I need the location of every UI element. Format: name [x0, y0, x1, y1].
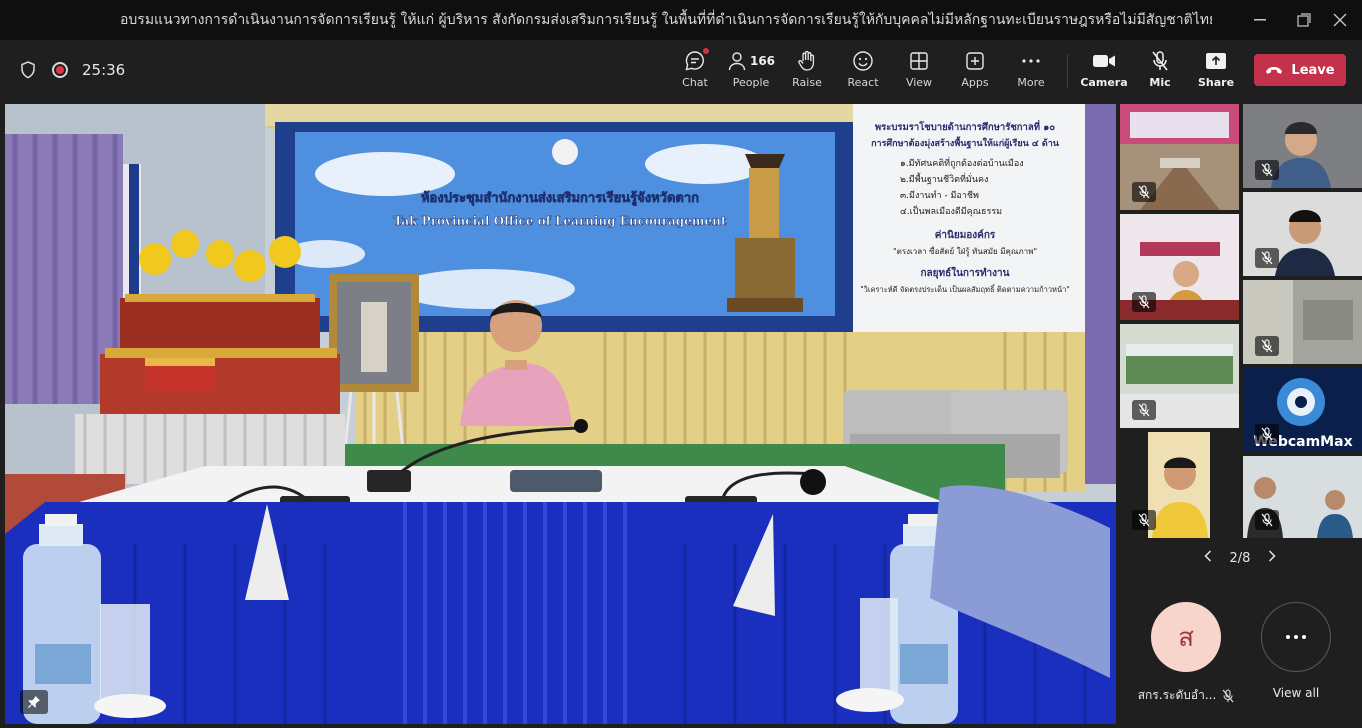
leave-button[interactable]: Leave	[1254, 54, 1346, 86]
participant-tile-4[interactable]	[1120, 214, 1239, 320]
meeting-timer: 25:36	[82, 61, 126, 79]
react-label: React	[847, 76, 879, 89]
view-all-label: View all	[1272, 686, 1320, 700]
camera-button[interactable]: Camera	[1076, 48, 1132, 96]
mic-off-indicator	[1132, 182, 1156, 202]
policy-item-3: ๓.มีงานทำ - มีอาชีพ	[900, 190, 979, 201]
participant-name: สกร.ระดับอำ...	[1137, 688, 1217, 702]
participant-tile-5[interactable]	[1243, 280, 1362, 364]
chevron-left-icon[interactable]	[1203, 550, 1212, 566]
title-bar: อบรมแนวทางการดำเนินงานการจัดการเรียนรู้ …	[0, 0, 1362, 40]
strategy-title: กลยุทธ์ในการทำงาน	[920, 266, 1009, 279]
chat-notification-dot	[703, 48, 709, 54]
conference-room-scene: ห้องประชุมสำนักงานส่งเสริมการเรียนรู้จัง…	[5, 104, 1116, 724]
mic-muted-icon	[1261, 251, 1273, 265]
meeting-status: 25:36	[18, 40, 125, 100]
view-all-tile[interactable]: View all	[1250, 602, 1342, 700]
share-screen-icon	[1205, 48, 1227, 74]
people-label: People	[732, 76, 770, 89]
raise-hand-button[interactable]: Raise	[779, 48, 835, 96]
leave-label: Leave	[1291, 62, 1335, 78]
mic-off-indicator	[1255, 336, 1279, 356]
mic-muted-icon	[1261, 339, 1273, 353]
participant-tile-2[interactable]	[1243, 104, 1362, 188]
meeting-toolbar: 25:36 Chat 166 People Raise React View A…	[0, 40, 1362, 100]
shield-icon[interactable]	[18, 60, 38, 80]
mic-muted-icon	[1261, 427, 1273, 441]
hand-icon	[797, 48, 817, 74]
more-button[interactable]: More	[1003, 48, 1059, 96]
mic-button[interactable]: Mic	[1132, 48, 1188, 96]
participant-tile-1[interactable]	[1120, 104, 1239, 210]
mic-off-indicator	[1255, 160, 1279, 180]
mic-off-indicator	[1132, 292, 1156, 312]
policy-title: พระบรมราโชบายด้านการศึกษารัชกาลที่ ๑๐	[875, 119, 1055, 133]
recording-icon	[52, 62, 68, 78]
share-label: Share	[1197, 76, 1235, 89]
camera-icon	[1092, 48, 1116, 74]
participant-tile-9[interactable]	[1243, 456, 1362, 538]
mic-off-indicator	[1132, 400, 1156, 420]
page-indicator: 2/8	[1229, 550, 1251, 566]
pin-icon	[28, 696, 40, 708]
restore-icon	[1297, 13, 1311, 27]
chat-label: Chat	[682, 76, 708, 89]
mic-off-indicator	[1255, 510, 1279, 530]
banner-thai-text: ห้องประชุมสำนักงานส่งเสริมการเรียนรู้จัง…	[421, 190, 699, 206]
mic-muted-icon	[1138, 403, 1150, 417]
mic-muted-icon	[1138, 513, 1150, 527]
participant-name-row: สกร.ระดับอำ...	[1130, 686, 1242, 705]
participant-avatar-tile[interactable]: ส สกร.ระดับอำ...	[1130, 602, 1242, 705]
people-count: 166	[749, 54, 776, 68]
toolbar-divider	[1067, 54, 1068, 88]
values-title: ค่านิยมองค์กร	[935, 229, 996, 241]
close-window-button[interactable]	[1318, 0, 1362, 40]
smiley-icon	[852, 48, 874, 74]
avatar: ส	[1151, 602, 1221, 672]
grid-view-icon	[909, 48, 929, 74]
mic-muted-icon	[1138, 295, 1150, 309]
hang-up-icon	[1266, 67, 1283, 74]
chat-button[interactable]: Chat	[667, 48, 723, 96]
share-button[interactable]: Share	[1188, 48, 1244, 96]
add-apps-icon	[965, 48, 985, 74]
view-button[interactable]: View	[891, 48, 947, 96]
participant-tile-3[interactable]	[1243, 192, 1362, 276]
apps-label: Apps	[961, 76, 989, 89]
more-icon	[1021, 48, 1041, 74]
participant-tile-8[interactable]	[1120, 432, 1239, 538]
mic-muted-icon	[1222, 688, 1234, 702]
view-label: View	[905, 76, 933, 89]
mic-off-indicator	[1255, 248, 1279, 268]
more-participants-icon	[1261, 602, 1331, 672]
strategy-text: "วิเคราะห์ดี จัดตรงประเด็น เป็นผลสัมฤทธิ…	[860, 284, 1070, 294]
chat-icon	[684, 48, 709, 74]
window-title: อบรมแนวทางการดำเนินงานการจัดการเรียนรู้ …	[120, 12, 1212, 28]
camera-label: Camera	[1080, 76, 1128, 89]
mic-off-indicator	[1132, 510, 1156, 530]
gallery-pager: 2/8	[1120, 546, 1360, 570]
apps-button[interactable]: Apps	[947, 48, 1003, 96]
react-button[interactable]: React	[835, 48, 891, 96]
mic-off-indicator	[1255, 424, 1279, 444]
values-text: "ตรงเวลา ซื่อสัตย์ ใฝ่รู้ ทันสมัย มีคุณภ…	[893, 245, 1037, 257]
pin-button[interactable]	[20, 690, 48, 714]
close-icon	[1333, 13, 1347, 27]
banner-english-text: Tak Provincial Office of Learning Encour…	[394, 214, 727, 228]
participant-tile-7[interactable]: WebcamMax	[1243, 368, 1362, 452]
mic-label: Mic	[1149, 76, 1171, 89]
participant-tile-6[interactable]	[1120, 324, 1239, 428]
people-button[interactable]: 166 People	[723, 48, 779, 96]
people-icon: 166	[727, 48, 775, 74]
minimize-icon	[1254, 19, 1266, 21]
minimize-button[interactable]	[1238, 0, 1282, 40]
mic-muted-icon	[1261, 513, 1273, 527]
chevron-right-icon[interactable]	[1268, 550, 1277, 566]
more-label: More	[1017, 76, 1045, 89]
main-video-feed[interactable]: ห้องประชุมสำนักงานส่งเสริมการเรียนรู้จัง…	[5, 104, 1116, 724]
mic-muted-icon	[1138, 185, 1150, 199]
mic-off-icon	[1150, 48, 1170, 74]
mic-muted-icon	[1261, 163, 1273, 177]
raise-label: Raise	[792, 76, 822, 89]
